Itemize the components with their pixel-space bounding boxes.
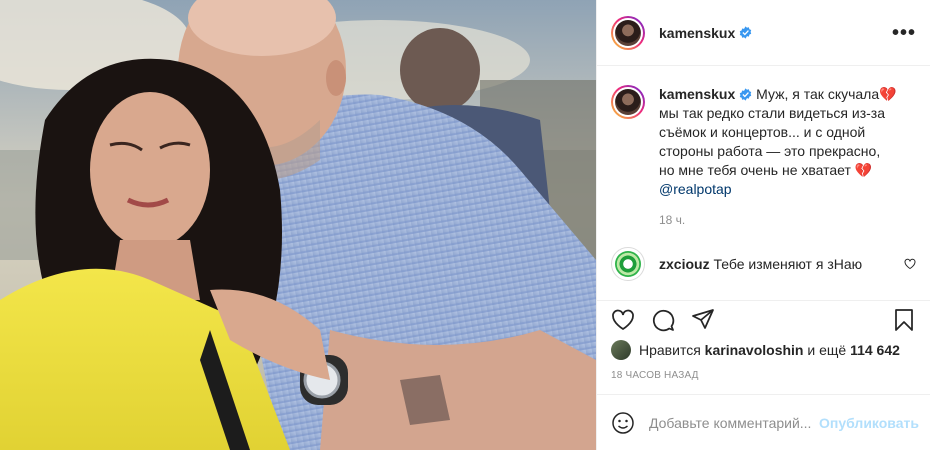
liker-avatar[interactable] xyxy=(611,340,631,360)
publish-button[interactable]: Опубликовать xyxy=(819,415,919,431)
likes-middle: и ещё xyxy=(807,342,847,358)
author-username[interactable]: kamenskux xyxy=(659,25,735,41)
commenter-username[interactable]: zxciouz xyxy=(659,256,710,272)
post-image xyxy=(0,0,596,450)
add-comment-bar: Опубликовать xyxy=(597,394,930,450)
liker-username[interactable]: karinavoloshin xyxy=(705,342,804,358)
commenter-avatar[interactable] xyxy=(611,247,645,281)
comment-like-heart-icon[interactable] xyxy=(904,258,916,270)
caption-username[interactable]: kamenskux xyxy=(659,86,735,102)
likes-count[interactable]: 114 642 xyxy=(850,342,900,358)
comment-text-block: zxciouz Тебе изменяют я зНаю xyxy=(659,256,862,272)
action-bar xyxy=(597,300,930,334)
comments-area: kamenskux Муж, я так скучала💔 мы так ред… xyxy=(597,67,930,300)
comment-item: zxciouz Тебе изменяют я зНаю xyxy=(611,247,916,281)
post-sidebar: kamenskux ••• kamenskux Муж, я так скуча… xyxy=(596,0,930,450)
caption-mention[interactable]: @realpotap xyxy=(659,181,732,197)
instagram-post: kamenskux ••• kamenskux Муж, я так скуча… xyxy=(0,0,930,450)
caption: kamenskux Муж, я так скучала💔 мы так ред… xyxy=(611,85,916,199)
heart-icon[interactable] xyxy=(611,308,635,332)
likes-line: Нравится karinavoloshin и ещё 114 642 xyxy=(611,340,900,360)
verified-icon xyxy=(740,26,752,39)
comment-input[interactable] xyxy=(649,414,819,431)
share-icon[interactable] xyxy=(691,308,715,332)
post-photo[interactable] xyxy=(0,0,596,450)
likes-prefix: Нравится xyxy=(639,342,701,358)
author-avatar[interactable] xyxy=(611,15,645,50)
more-options-icon[interactable]: ••• xyxy=(892,23,916,43)
comment-icon[interactable] xyxy=(651,308,675,332)
verified-icon xyxy=(740,88,752,101)
caption-text-block: kamenskux Муж, я так скучала💔 мы так ред… xyxy=(659,85,899,199)
caption-avatar[interactable] xyxy=(611,85,645,119)
bookmark-icon[interactable] xyxy=(892,308,916,332)
post-timestamp[interactable]: 18 ЧАСОВ НАЗАД xyxy=(611,370,699,381)
caption-time: 18 ч. xyxy=(659,213,686,227)
post-header: kamenskux ••• xyxy=(597,0,930,66)
comment-body: Тебе изменяют я зНаю xyxy=(713,256,863,272)
emoji-icon[interactable] xyxy=(611,411,635,435)
